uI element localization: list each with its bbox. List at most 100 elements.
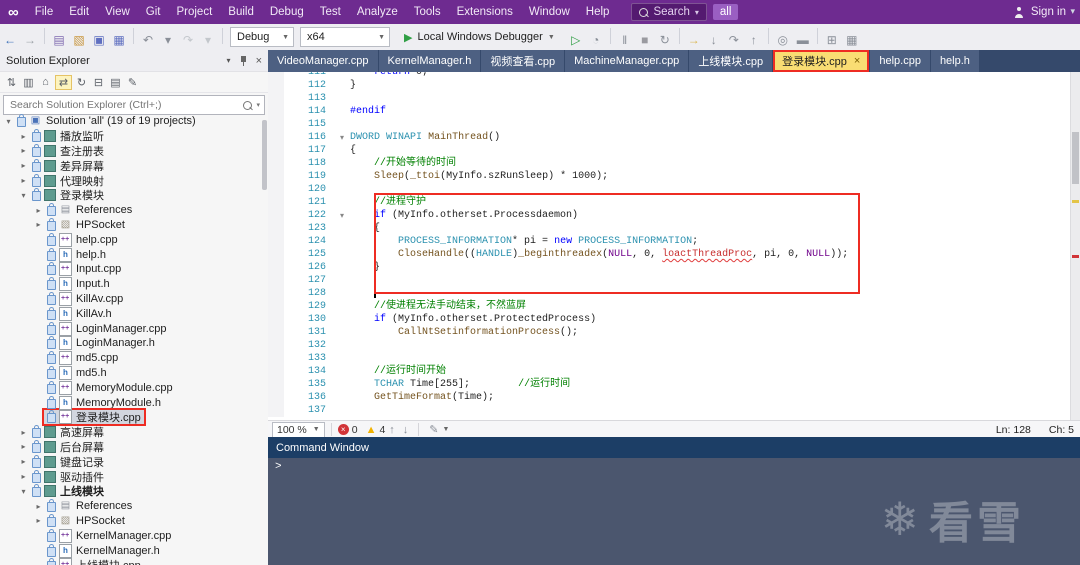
- code-line[interactable]: 134 //运行时间开始: [268, 365, 1080, 378]
- expander-icon[interactable]: ▸: [18, 442, 29, 451]
- menu-item-build[interactable]: Build: [220, 6, 262, 18]
- tree-item[interactable]: ▾ 登录模块: [0, 188, 262, 203]
- tree-item[interactable]: KillAv.h: [0, 306, 262, 321]
- tab-VideoManager.cpp[interactable]: VideoManager.cpp: [268, 50, 378, 72]
- code-line[interactable]: 124 PROCESS_INFORMATION* pi = new PROCES…: [268, 235, 1080, 248]
- breakpoint-margin[interactable]: [268, 170, 284, 183]
- solution-configuration-dropdown[interactable]: Debug ▼: [230, 27, 294, 47]
- code-line[interactable]: 122 ▾ if (MyInfo.otherset.Processdaemon): [268, 209, 1080, 222]
- code-line[interactable]: 113: [268, 92, 1080, 105]
- breakpoint-margin[interactable]: [268, 391, 284, 404]
- tree-item[interactable]: ▸ ▤ References: [0, 203, 262, 218]
- code-line[interactable]: 128: [268, 287, 1080, 300]
- breakpoint-margin[interactable]: [268, 118, 284, 131]
- tab-MachineManager.cpp[interactable]: MachineManager.cpp: [565, 50, 689, 72]
- solution-platform-dropdown[interactable]: x64 ▼: [300, 27, 390, 47]
- pin-icon[interactable]: [239, 55, 248, 66]
- menu-item-view[interactable]: View: [97, 6, 138, 18]
- code-line[interactable]: 126 }: [268, 261, 1080, 274]
- menu-item-test[interactable]: Test: [312, 6, 349, 18]
- tree-item[interactable]: ▸ ▧ HPSocket: [0, 513, 262, 529]
- error-icon[interactable]: ×: [337, 424, 349, 435]
- menu-item-file[interactable]: File: [27, 6, 62, 18]
- code-line[interactable]: 123 {: [268, 222, 1080, 235]
- open-file-icon[interactable]: ▧: [71, 33, 87, 47]
- tree-item[interactable]: KernelManager.h: [0, 543, 262, 558]
- tree-item[interactable]: LoginManager.h: [0, 336, 262, 351]
- tree-item[interactable]: ▸ 高速屏幕: [0, 425, 262, 440]
- code-line[interactable]: 133: [268, 352, 1080, 365]
- breakpoint-margin[interactable]: [268, 72, 284, 79]
- tree-item[interactable]: ▸ 播放监听: [0, 129, 262, 144]
- step-out-icon[interactable]: ↑: [746, 33, 762, 47]
- solution-search-box[interactable]: ▾: [3, 95, 265, 115]
- expander-icon[interactable]: ▸: [18, 457, 29, 466]
- error-count[interactable]: 0: [352, 424, 358, 436]
- search-input[interactable]: [8, 98, 244, 112]
- expander-icon[interactable]: ▾: [18, 487, 29, 496]
- code-line[interactable]: 118 //开始等待的时间: [268, 157, 1080, 170]
- breakpoint-margin[interactable]: [268, 157, 284, 170]
- menu-item-analyze[interactable]: Analyze: [349, 6, 406, 18]
- redo-dropdown-icon[interactable]: ▾: [200, 33, 216, 47]
- show-next-statement-icon[interactable]: →: [686, 33, 702, 47]
- tree-item[interactable]: Input.h: [0, 277, 262, 292]
- code-line[interactable]: 115: [268, 118, 1080, 131]
- command-window-body[interactable]: > ❄ 看雪: [268, 458, 1080, 565]
- breakpoint-margin[interactable]: [268, 235, 284, 248]
- menu-item-tools[interactable]: Tools: [406, 6, 449, 18]
- menu-item-extensions[interactable]: Extensions: [449, 6, 521, 18]
- breakpoint-margin[interactable]: [268, 313, 284, 326]
- next-issue-icon[interactable]: ↓: [403, 424, 409, 436]
- expander-icon[interactable]: ▾: [3, 117, 14, 126]
- tree-item[interactable]: ▸ ▧ HPSocket: [0, 217, 262, 233]
- code-line[interactable]: 112}: [268, 79, 1080, 92]
- properties-icon[interactable]: ✎: [125, 76, 140, 89]
- breakpoint-margin[interactable]: [268, 404, 284, 417]
- search-scope-chip[interactable]: all: [712, 4, 739, 20]
- collapse-all-icon[interactable]: ⊟: [91, 76, 106, 89]
- zoom-dropdown[interactable]: 100 % ▼: [272, 421, 325, 438]
- tree-item[interactable]: MemoryModule.h: [0, 395, 262, 410]
- menu-item-window[interactable]: Window: [521, 6, 578, 18]
- previous-issue-icon[interactable]: ↑: [389, 424, 395, 436]
- solution-explorer-header[interactable]: Solution Explorer ▾ ×: [0, 50, 268, 72]
- expander-icon[interactable]: ▸: [18, 146, 29, 155]
- redo-icon[interactable]: ↷: [180, 33, 196, 47]
- code-line[interactable]: 131 CallNtSetinformationProcess();: [268, 326, 1080, 339]
- switch-views-icon[interactable]: ⇅: [4, 76, 19, 89]
- code-line[interactable]: 125 CloseHandle((HANDLE)_beginthreadex(N…: [268, 248, 1080, 261]
- step-into-icon[interactable]: ↓: [706, 33, 722, 47]
- window-position-icon[interactable]: ▾: [227, 56, 231, 65]
- code-line[interactable]: 132: [268, 339, 1080, 352]
- breakpoint-margin[interactable]: [268, 92, 284, 105]
- breakpoint-margin[interactable]: [268, 287, 284, 300]
- tree-item[interactable]: 上线模块.cpp: [0, 558, 262, 565]
- find-in-files-icon[interactable]: ◎: [775, 33, 791, 47]
- tab-overflow-icon[interactable]: ▾: [1070, 6, 1075, 17]
- tree-item[interactable]: ▸ ▤ References: [0, 499, 262, 514]
- code-line[interactable]: 117 {: [268, 144, 1080, 157]
- code-cleanup-icon[interactable]: ✎: [429, 423, 438, 436]
- undo-icon[interactable]: ↶: [140, 33, 156, 47]
- save-icon[interactable]: ▣: [91, 33, 107, 47]
- breakpoint-margin[interactable]: [268, 248, 284, 261]
- tree-item[interactable]: ▸ 代理映射: [0, 173, 262, 188]
- show-all-files-icon[interactable]: ▤: [108, 76, 123, 89]
- expander-icon[interactable]: ▸: [33, 206, 44, 215]
- expander-icon[interactable]: ▸: [33, 502, 44, 511]
- tree-item[interactable]: md5.h: [0, 365, 262, 381]
- sign-in-button[interactable]: Sign in: [1031, 6, 1066, 18]
- scrollbar-thumb[interactable]: [1072, 132, 1079, 184]
- close-tab-icon[interactable]: ×: [854, 55, 860, 67]
- fold-indicator[interactable]: ▾: [334, 209, 350, 222]
- extensions-icon[interactable]: ▦: [844, 33, 860, 47]
- quick-search-box[interactable]: Search ▾: [631, 3, 707, 21]
- tree-item[interactable]: ▸ 后台屏幕: [0, 439, 262, 455]
- expander-icon[interactable]: ▸: [18, 132, 29, 141]
- code-line[interactable]: 137: [268, 404, 1080, 417]
- breakpoint-margin[interactable]: [268, 209, 284, 222]
- tree-item[interactable]: ▾ 上线模块: [0, 484, 262, 499]
- undo-dropdown-icon[interactable]: ▾: [160, 33, 176, 47]
- code-line[interactable]: 114 #endif: [268, 105, 1080, 118]
